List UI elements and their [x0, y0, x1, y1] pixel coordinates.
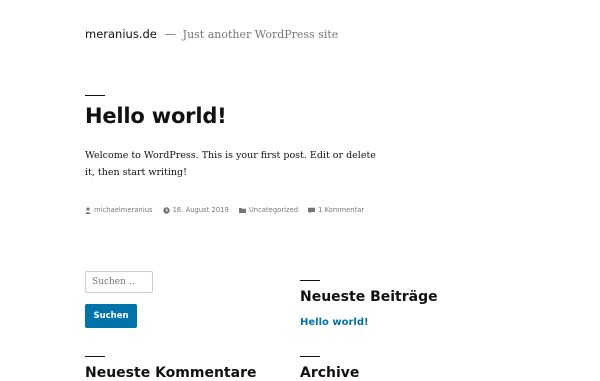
comment-icon	[308, 207, 316, 214]
post-content: Welcome to WordPress. This is your first…	[85, 150, 376, 178]
archive-title: Archive	[300, 365, 360, 381]
post-comments: 1 Kommentar	[308, 206, 364, 214]
title-separator: —	[164, 27, 177, 41]
post-title[interactable]: Hello world!	[85, 104, 227, 128]
site-title-link[interactable]: meranius.de	[85, 27, 157, 41]
post-author: michaelmeranius	[85, 206, 153, 214]
author-link[interactable]: michaelmeranius	[94, 206, 153, 214]
recent-post-link[interactable]: Hello world!	[300, 317, 369, 328]
folder-icon	[238, 208, 246, 213]
recent-posts-title: Neueste Beiträge	[300, 289, 438, 305]
date-link[interactable]: 16. August 2019	[173, 206, 229, 214]
site-branding: meranius.de — Just another WordPress sit…	[85, 27, 338, 41]
post-category: Uncategorized	[238, 206, 298, 214]
search-input[interactable]	[85, 271, 153, 293]
category-link[interactable]: Uncategorized	[249, 206, 298, 214]
search-button[interactable]: Suchen	[85, 304, 137, 328]
post-date: 16. August 2019	[162, 206, 229, 214]
author-icon	[85, 206, 91, 214]
recent-posts-rule	[300, 280, 320, 281]
archive-rule	[300, 356, 320, 357]
comments-link[interactable]: 1 Kommentar	[318, 206, 364, 214]
site-tagline: Just another WordPress site	[182, 28, 339, 41]
recent-comments-title: Neueste Kommentare	[85, 365, 257, 381]
post-meta: michaelmeranius 16. August 2019 Uncatego…	[85, 206, 374, 214]
clock-icon	[162, 206, 170, 214]
recent-comments-rule	[85, 356, 105, 357]
post-title-rule	[85, 95, 105, 96]
